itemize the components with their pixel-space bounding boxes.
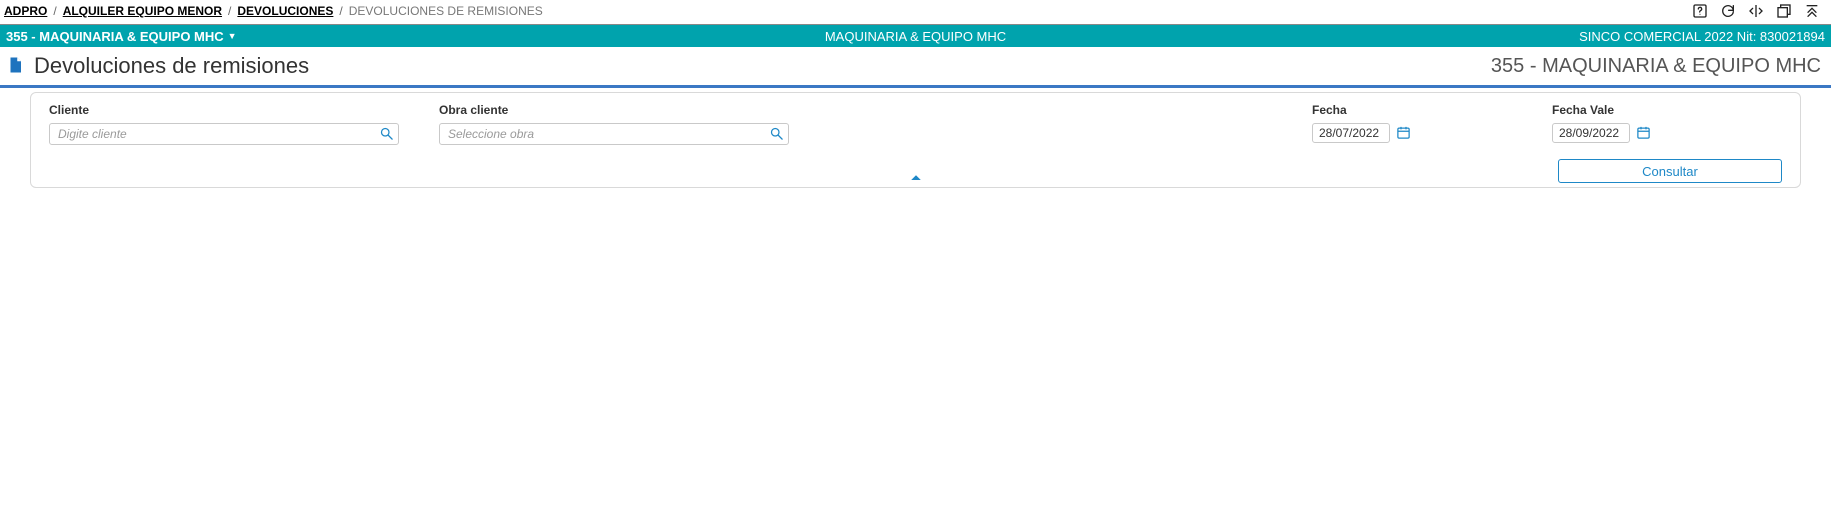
input-fecha-vale[interactable] [1552, 123, 1630, 143]
search-icon[interactable] [769, 126, 785, 142]
field-fecha: Fecha [1312, 103, 1512, 183]
input-cliente[interactable] [49, 123, 399, 145]
field-obra: Obra cliente [439, 103, 789, 183]
input-obra[interactable] [439, 123, 789, 145]
filter-panel: Cliente Obra cliente Fecha [30, 92, 1801, 188]
help-icon[interactable] [1691, 2, 1709, 20]
label-fecha: Fecha [1312, 103, 1512, 117]
page-subtitle: 355 - MAQUINARIA & EQUIPO MHC [1491, 55, 1821, 78]
context-bar: 355 - MAQUINARIA & EQUIPO MHC ▼ MAQUINAR… [0, 25, 1831, 47]
breadcrumb-link-devoluciones[interactable]: DEVOLUCIONES [237, 4, 333, 18]
page-title-row: Devoluciones de remisiones 355 - MAQUINA… [0, 47, 1831, 88]
field-fecha-vale: Fecha Vale Consultar [1552, 103, 1782, 183]
maximize-icon[interactable] [1775, 2, 1793, 20]
context-company-label: 355 - MAQUINARIA & EQUIPO MHC [6, 29, 224, 44]
consultar-button[interactable]: Consultar [1558, 159, 1782, 183]
field-cliente: Cliente [49, 103, 399, 183]
split-icon[interactable] [1747, 2, 1765, 20]
top-bar: ADPRO / ALQUILER EQUIPO MENOR / DEVOLUCI… [0, 0, 1831, 25]
context-right-label: SINCO COMERCIAL 2022 Nit: 830021894 [1579, 29, 1825, 44]
breadcrumb-separator: / [53, 4, 56, 18]
page-title: Devoluciones de remisiones [34, 53, 309, 79]
search-icon[interactable] [379, 126, 395, 142]
breadcrumb-current: DEVOLUCIONES DE REMISIONES [349, 4, 543, 18]
breadcrumb-link-adpro[interactable]: ADPRO [4, 4, 47, 18]
document-icon [6, 55, 24, 78]
calendar-icon[interactable] [1396, 125, 1412, 141]
collapse-up-icon[interactable] [1803, 2, 1821, 20]
calendar-icon[interactable] [1636, 125, 1652, 141]
collapse-panel-icon[interactable] [909, 171, 923, 185]
label-cliente: Cliente [49, 103, 399, 117]
breadcrumb-link-alquiler[interactable]: ALQUILER EQUIPO MENOR [63, 4, 222, 18]
label-obra: Obra cliente [439, 103, 789, 117]
breadcrumb-separator: / [228, 4, 231, 18]
chevron-down-icon: ▼ [228, 31, 237, 41]
breadcrumb: ADPRO / ALQUILER EQUIPO MENOR / DEVOLUCI… [4, 4, 543, 18]
context-center-label: MAQUINARIA & EQUIPO MHC [825, 29, 1006, 44]
label-fecha-vale: Fecha Vale [1552, 103, 1782, 117]
input-fecha[interactable] [1312, 123, 1390, 143]
top-toolbar [1691, 2, 1825, 20]
breadcrumb-separator: / [339, 4, 342, 18]
context-company-dropdown[interactable]: 355 - MAQUINARIA & EQUIPO MHC ▼ [6, 29, 237, 44]
refresh-icon[interactable] [1719, 2, 1737, 20]
